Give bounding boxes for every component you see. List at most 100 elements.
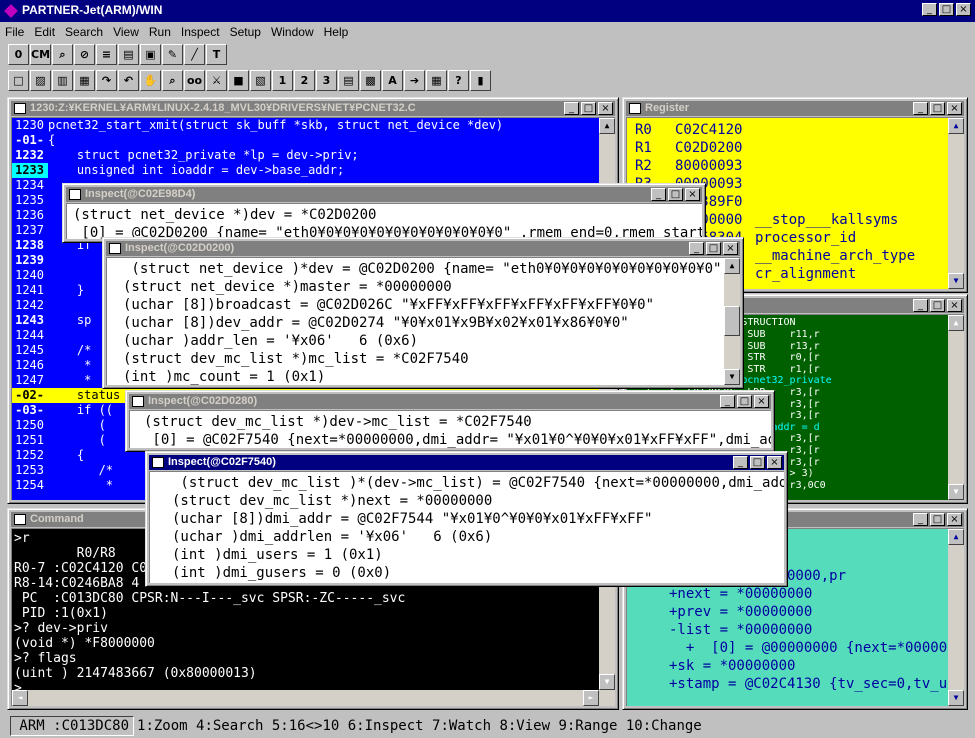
toolbar1-button-1[interactable]: CM (30, 44, 51, 65)
line-number[interactable]: 1250 (12, 418, 48, 433)
inspect1-minimize-button[interactable]: _ (651, 188, 666, 201)
disasm-maximize-button[interactable]: □ (930, 299, 945, 312)
register-value[interactable]: C02D0200 (675, 139, 755, 157)
toolbar1-button-5[interactable]: ▤ (118, 44, 139, 65)
register-value[interactable]: 80000093 (675, 157, 755, 175)
line-number[interactable]: 1240 (12, 268, 48, 283)
inspect-line[interactable]: (int )dmi_users = 1 (0x1) (166, 546, 784, 564)
inspect-line[interactable]: (struct net_device )*dev = @C02D0200 {na… (117, 260, 724, 278)
register-row[interactable]: R2 80000093 (627, 157, 948, 175)
line-number[interactable]: 1233 (12, 163, 48, 178)
source-line[interactable]: 1230 pcnet32_start_xmit(struct sk_buff *s… (12, 118, 599, 133)
disasm-minimize-button[interactable]: _ (913, 299, 928, 312)
toolbar2-button-10[interactable]: ■ (228, 70, 249, 91)
inspect-line[interactable]: [0] = @C02F7540 {next=*00000000,dmi_addr… (138, 431, 771, 448)
watch-minimize-button[interactable]: _ (913, 513, 928, 526)
source-maximize-button[interactable]: □ (581, 102, 596, 115)
line-number[interactable]: 1238 (12, 238, 48, 253)
register-row[interactable]: R1 C02D0200 (627, 139, 948, 157)
inspect-line[interactable]: (struct dev_mc_list *)dev->mc_list = *C0… (138, 413, 771, 431)
line-number[interactable]: 1251 (12, 433, 48, 448)
toolbar2-button-16[interactable]: ▩ (360, 70, 381, 91)
line-number[interactable]: 1232 (12, 148, 48, 163)
line-number[interactable]: 1234 (12, 178, 48, 193)
toolbar2-button-21[interactable]: ▮ (470, 70, 491, 91)
inspect3-minimize-button[interactable]: _ (720, 395, 735, 408)
menu-file[interactable]: File (0, 22, 29, 42)
toolbar2-button-0[interactable]: □ (8, 70, 29, 91)
line-number[interactable]: 1254 (12, 478, 48, 493)
inspect-line[interactable]: (uchar )addr_len = '¥x06' 6 (0x6) (117, 332, 724, 350)
toolbar2-button-7[interactable]: ⌕ (162, 70, 183, 91)
line-number[interactable]: 1247 (12, 373, 48, 388)
source-close-button[interactable]: × (598, 102, 613, 115)
toolbar2-button-1[interactable]: ▨ (30, 70, 51, 91)
toolbar2-button-8[interactable]: oo (184, 70, 205, 91)
line-number[interactable]: 1236 (12, 208, 48, 223)
inspect2-maximize-button[interactable]: □ (706, 242, 721, 255)
status-keys[interactable]: 1:Zoom 4:Search 5:16<>10 6:Inspect 7:Wat… (137, 718, 702, 734)
menu-view[interactable]: View (108, 22, 144, 42)
inspect-line[interactable]: (int )dmi_gusers = 0 (0x0) (166, 564, 784, 582)
toolbar1-button-3[interactable]: ⊘ (74, 44, 95, 65)
toolbar2-button-15[interactable]: ▤ (338, 70, 359, 91)
inspect-line[interactable]: (struct dev_mc_list *)next = *00000000 (166, 492, 784, 510)
toolbar2-button-5[interactable]: ↶ (118, 70, 139, 91)
inspect-line[interactable]: (struct net_device *)master = *00000000 (117, 278, 724, 296)
watch-row[interactable]: -list = *00000000 (669, 621, 948, 639)
inspect4-content[interactable]: (struct dev_mc_list )*(dev->mc_list) = @… (149, 471, 784, 583)
line-number[interactable]: -01- (12, 133, 48, 148)
inspect-window-3[interactable]: Inspect(@C02D0280) _ □ × (struct dev_mc_li… (125, 390, 775, 452)
register-row[interactable]: R0 C02C4120 (627, 121, 948, 139)
watch-maximize-button[interactable]: □ (930, 513, 945, 526)
watch-row[interactable]: +stamp = @C02C4130 {tv_sec=0,tv_use (669, 675, 948, 693)
menu-inspect[interactable]: Inspect (176, 22, 225, 42)
watch-row[interactable]: +sk = *00000000 (669, 657, 948, 675)
toolbar2-button-11[interactable]: ▧ (250, 70, 271, 91)
inspect2-content[interactable]: (struct net_device )*dev = @C02D0200 {na… (117, 260, 724, 385)
menu-window[interactable]: Window (266, 22, 319, 42)
inspect3-close-button[interactable]: × (754, 395, 769, 408)
toolbar2-button-18[interactable]: ➔ (404, 70, 425, 91)
inspect-line[interactable]: (uchar )dmi_addrlen = '¥x06' 6 (0x6) (166, 528, 784, 546)
inspect-window-2[interactable]: Inspect(@C02D0200) _ □ × (struct net_devic… (102, 237, 744, 389)
inspect2-minimize-button[interactable]: _ (689, 242, 704, 255)
line-number[interactable]: 1246 (12, 358, 48, 373)
toolbar1-button-8[interactable]: ╱ (184, 44, 205, 65)
app-close-button[interactable]: × (956, 3, 971, 16)
inspect1-content[interactable]: (struct net_device *)dev = *C02D0200 [0]… (66, 203, 702, 239)
toolbar2-button-17[interactable]: A (382, 70, 403, 91)
line-number[interactable]: 1245 (12, 343, 48, 358)
inspect-line[interactable]: (struct dev_mc_list *)mc_list = *C02F754… (117, 350, 724, 368)
toolbar2-button-9[interactable]: ⚔ (206, 70, 227, 91)
watch-row[interactable]: +next = *00000000 (669, 585, 948, 603)
toolbar2-button-20[interactable]: ? (448, 70, 469, 91)
toolbar1-button-7[interactable]: ✎ (162, 44, 183, 65)
line-number[interactable]: 1242 (12, 298, 48, 313)
register-minimize-button[interactable]: _ (913, 102, 928, 115)
inspect-line[interactable]: (uchar [8])dmi_addr = @C02F7544 "¥x01¥0^… (166, 510, 784, 528)
toolbar2-button-2[interactable]: ▥ (52, 70, 73, 91)
toolbar1-button-2[interactable]: ⌕ (52, 44, 73, 65)
toolbar2-button-19[interactable]: ▦ (426, 70, 447, 91)
inspect3-maximize-button[interactable]: □ (737, 395, 752, 408)
register-value[interactable]: C02C4120 (675, 121, 755, 139)
source-minimize-button[interactable]: _ (564, 102, 579, 115)
toolbar1-button-9[interactable]: T (206, 44, 227, 65)
line-number[interactable]: 1235 (12, 193, 48, 208)
watch-row[interactable]: +prev = *00000000 (669, 603, 948, 621)
menu-run[interactable]: Run (144, 22, 176, 42)
line-number[interactable]: -02- (12, 388, 48, 403)
line-number[interactable]: 1230 (12, 118, 48, 133)
app-minimize-button[interactable]: _ (922, 3, 937, 16)
line-number[interactable]: 1244 (12, 328, 48, 343)
inspect-line[interactable]: (uchar [8])dev_addr = @C02D0274 "¥0¥x01¥… (117, 314, 724, 332)
inspect-line[interactable]: (int )mc_count = 1 (0x1) (117, 368, 724, 385)
toolbar1-button-0[interactable]: 0 (8, 44, 29, 65)
inspect4-maximize-button[interactable]: □ (750, 456, 765, 469)
disasm-close-button[interactable]: × (947, 299, 962, 312)
watch-close-button[interactable]: × (947, 513, 962, 526)
register-maximize-button[interactable]: □ (930, 102, 945, 115)
inspect-line[interactable]: (struct dev_mc_list )*(dev->mc_list) = @… (166, 474, 784, 492)
toolbar1-button-6[interactable]: ▣ (140, 44, 161, 65)
